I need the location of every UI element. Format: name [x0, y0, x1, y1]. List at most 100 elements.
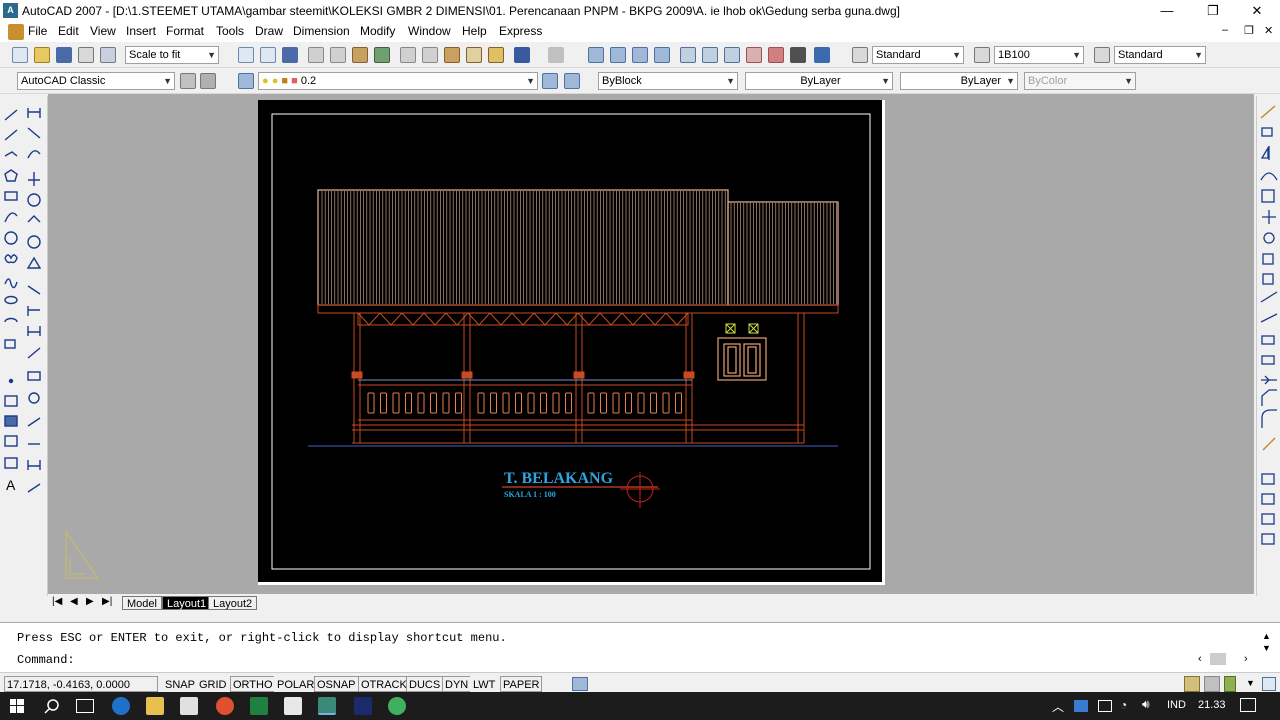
- tab-last-icon[interactable]: ▶|: [102, 596, 112, 607]
- match-properties-icon[interactable]: [374, 47, 390, 63]
- paper-layout[interactable]: T. BELAKANG SKALA 1 : 100: [258, 100, 885, 585]
- zoom-window-icon[interactable]: [632, 47, 648, 63]
- lwt-toggle[interactable]: LWT: [470, 676, 499, 692]
- layer-previous-icon[interactable]: [564, 73, 580, 89]
- workspace-select[interactable]: AutoCAD Classic ▼: [17, 72, 175, 90]
- clock[interactable]: 21.33: [1198, 699, 1226, 711]
- plot-icon[interactable]: [78, 47, 94, 63]
- tab-layout2[interactable]: Layout2: [208, 596, 258, 610]
- zoom-scale-select[interactable]: Scale to fit ▼: [125, 46, 219, 64]
- edge-browser-icon[interactable]: [112, 697, 130, 715]
- doc-close-icon[interactable]: ✕: [1264, 24, 1273, 37]
- snap-toggle[interactable]: SNAP: [162, 676, 198, 692]
- menu-format[interactable]: Format: [166, 24, 204, 38]
- publish-icon[interactable]: [282, 47, 298, 63]
- viewport-icon[interactable]: [238, 47, 254, 63]
- properties-icon[interactable]: [680, 47, 696, 63]
- make-current-layer-icon[interactable]: [542, 73, 558, 89]
- pan-icon[interactable]: [588, 47, 604, 63]
- minimize-button[interactable]: —: [1144, 0, 1190, 22]
- color-select[interactable]: ByBlock ▼: [598, 72, 738, 90]
- help-icon[interactable]: [814, 47, 830, 63]
- photoshop-icon[interactable]: [354, 697, 372, 715]
- tab-layout1[interactable]: Layout1: [162, 596, 212, 610]
- viewport-poly-icon[interactable]: [260, 47, 276, 63]
- tab-prev-icon[interactable]: ◀: [70, 596, 78, 607]
- new-icon[interactable]: [12, 47, 28, 63]
- layer-manager-icon[interactable]: [238, 73, 254, 89]
- menu-tools[interactable]: Tools: [216, 24, 244, 38]
- cmd-scroll-down-icon[interactable]: ▼: [1262, 643, 1271, 653]
- cut-clip-icon[interactable]: [400, 47, 416, 63]
- cmd-hscroll-thumb[interactable]: [1210, 653, 1226, 665]
- cut-icon[interactable]: [308, 47, 324, 63]
- battery-icon[interactable]: [1098, 700, 1112, 712]
- close-button[interactable]: ✕: [1234, 0, 1280, 22]
- menu-file[interactable]: File: [28, 24, 47, 38]
- firefox-icon[interactable]: [216, 697, 234, 715]
- menu-draw[interactable]: Draw: [255, 24, 283, 38]
- lock-toolbar-icon[interactable]: [1204, 676, 1220, 692]
- clean-screen-icon[interactable]: [1262, 677, 1276, 691]
- tab-first-icon[interactable]: |◀: [52, 596, 62, 607]
- table-style-icon[interactable]: [1094, 47, 1110, 63]
- open-icon[interactable]: [34, 47, 50, 63]
- document-icon[interactable]: [8, 24, 24, 40]
- paste-clip-icon[interactable]: [444, 47, 460, 63]
- menu-edit[interactable]: Edit: [58, 24, 79, 38]
- layer-select[interactable]: ● ● ■ ■ 0.2 ▼: [258, 72, 538, 90]
- linetype-select[interactable]: ByLayer ▼: [745, 72, 893, 90]
- autocad-taskbar-icon[interactable]: [318, 697, 336, 715]
- restore-button[interactable]: ❐: [1190, 0, 1236, 22]
- cmd-scroll-up-icon[interactable]: ▲: [1262, 631, 1271, 641]
- menu-dimension[interactable]: Dimension: [293, 24, 350, 38]
- doc-restore-icon[interactable]: ❐: [1244, 24, 1254, 37]
- command-prompt[interactable]: Command:: [17, 653, 75, 667]
- matchprop-brush-icon[interactable]: [466, 47, 482, 63]
- polar-toggle[interactable]: POLAR: [274, 676, 318, 692]
- copy-icon[interactable]: [330, 47, 346, 63]
- copy-clip-icon[interactable]: [422, 47, 438, 63]
- menu-express[interactable]: Express: [499, 24, 542, 38]
- zoom-previous-icon[interactable]: [654, 47, 670, 63]
- file-explorer-icon[interactable]: [146, 697, 164, 715]
- communication-center-icon[interactable]: [1184, 676, 1200, 692]
- paste-icon[interactable]: [352, 47, 368, 63]
- command-window[interactable]: Press ESC or ENTER to exit, or right-cli…: [0, 622, 1280, 672]
- volume-icon[interactable]: 🔊︎: [1142, 697, 1150, 712]
- redo-icon[interactable]: [548, 47, 564, 63]
- dim-style-icon[interactable]: [974, 47, 990, 63]
- workspace-settings-icon[interactable]: [180, 73, 196, 89]
- status-menu-icon[interactable]: ▼: [1246, 678, 1255, 688]
- undo-icon[interactable]: [514, 47, 530, 63]
- excel-icon[interactable]: [250, 697, 268, 715]
- ducs-toggle[interactable]: DUCS: [406, 676, 444, 692]
- table-style-select[interactable]: Standard ▼: [1114, 46, 1206, 64]
- ortho-toggle[interactable]: ORTHO: [230, 676, 276, 692]
- save-icon[interactable]: [56, 47, 72, 63]
- search-icon[interactable]: [44, 698, 60, 714]
- autocad-app-icon[interactable]: A: [3, 3, 18, 18]
- dyn-toggle[interactable]: DYN: [442, 676, 472, 692]
- design-center-icon[interactable]: [702, 47, 718, 63]
- tray-app-icon[interactable]: [1074, 700, 1088, 712]
- block-editor-icon[interactable]: [488, 47, 504, 63]
- language-indicator[interactable]: IND: [1167, 699, 1186, 711]
- tray-chevron-icon[interactable]: ︿: [1052, 698, 1064, 715]
- coordinates-readout[interactable]: 17.1718, -0.4163, 0.0000: [4, 676, 158, 692]
- text-style-icon[interactable]: [852, 47, 868, 63]
- doc-minimize-icon[interactable]: –: [1222, 24, 1228, 36]
- zoom-realtime-icon[interactable]: [610, 47, 626, 63]
- network-app-icon[interactable]: [388, 697, 406, 715]
- cad-standards-icon[interactable]: [1224, 676, 1236, 692]
- calculator-icon[interactable]: [790, 47, 806, 63]
- sheet-set-icon[interactable]: [746, 47, 762, 63]
- cmd-hscroll-left-icon[interactable]: ‹: [1198, 653, 1202, 665]
- markup-icon[interactable]: [768, 47, 784, 63]
- workspace-save-icon[interactable]: [200, 73, 216, 89]
- store-icon[interactable]: [180, 697, 198, 715]
- cmd-hscroll-right-icon[interactable]: ›: [1244, 653, 1248, 665]
- lineweight-select[interactable]: ByLayer ▼: [900, 72, 1018, 90]
- menu-view[interactable]: View: [90, 24, 116, 38]
- menu-modify[interactable]: Modify: [360, 24, 395, 38]
